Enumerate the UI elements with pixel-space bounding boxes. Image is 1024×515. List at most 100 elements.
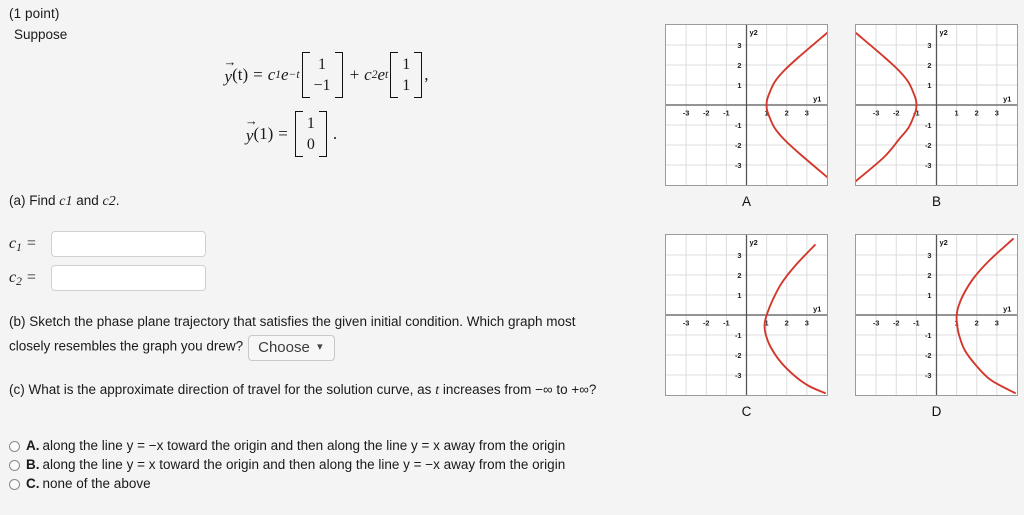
- radio-button-b[interactable]: [9, 460, 20, 471]
- part-c-text-pre: (c) What is the approximate direction of…: [9, 382, 436, 397]
- c2-field-label: c2 =: [9, 269, 51, 288]
- svg-text:-3: -3: [735, 371, 742, 380]
- svg-text:y2: y2: [749, 28, 757, 37]
- svg-text:-3: -3: [925, 371, 932, 380]
- svg-text:y2: y2: [749, 238, 757, 247]
- svg-text:-2: -2: [735, 351, 742, 360]
- svg-text:y1: y1: [813, 95, 821, 104]
- svg-text:2: 2: [785, 108, 789, 117]
- svg-text:-1: -1: [925, 121, 932, 130]
- svg-text:-2: -2: [735, 141, 742, 150]
- coefficient-c1: c: [267, 65, 276, 85]
- svg-text:-1: -1: [723, 108, 730, 117]
- eigenvector-2-entry-0: 1: [402, 56, 411, 73]
- svg-text:y2: y2: [939, 28, 947, 37]
- svg-text:1: 1: [927, 291, 931, 300]
- exp1-power: −t: [288, 69, 300, 82]
- svg-text:-1: -1: [735, 121, 742, 130]
- svg-text:1: 1: [955, 108, 959, 117]
- svg-text:2: 2: [737, 61, 741, 70]
- equation-general-solution: → y (t) = c 1 e −t 1 −1 + c2et 1 1 ,: [0, 52, 654, 99]
- graph-b-caption: B: [931, 194, 941, 209]
- svg-text:-1: -1: [913, 318, 920, 327]
- graph-options-panel: -3 -2 -1 1 2 3 3 2 1 -1 -2 -3 y2 y1 A -3 -2 -1 1 2 3 3 2 1 -1-…: [655, 0, 1024, 515]
- svg-text:-1: -1: [925, 331, 932, 340]
- equation-2-trailing-period: .: [332, 124, 338, 144]
- graph-c-plot[interactable]: -3 -2 -1 1 2 3321-1-2-3y2y1: [665, 234, 828, 396]
- bracket-left-icon: [390, 52, 399, 99]
- svg-text:3: 3: [927, 251, 931, 260]
- answer-row-c2: c2 =: [9, 265, 206, 291]
- svg-text:y1: y1: [1003, 95, 1011, 104]
- vector-arrow-icon: →: [244, 112, 258, 128]
- svg-text:-2: -2: [925, 351, 932, 360]
- svg-text:-2: -2: [703, 108, 710, 117]
- graph-option-b[interactable]: -3 -2 -1 1 2 3 3 2 1 -1 -2 -3 y2 y1 B: [855, 24, 1024, 209]
- vector-y-symbol: → y: [224, 55, 237, 87]
- part-a-prompt: (a) Find c1 and c2.: [9, 193, 120, 210]
- initial-condition-vector: 1 0: [294, 111, 327, 158]
- c1-input[interactable]: [51, 231, 206, 257]
- equation-plus: +: [349, 65, 360, 85]
- svg-text:1: 1: [927, 81, 931, 90]
- choice-c-letter: C.: [26, 476, 40, 491]
- exp2-base: e: [377, 65, 385, 85]
- radio-button-a[interactable]: [9, 441, 20, 452]
- choice-b-text: along the line y = x toward the origin a…: [42, 457, 566, 472]
- svg-text:-2: -2: [893, 318, 900, 327]
- svg-text:-3: -3: [683, 318, 690, 327]
- part-c-prompt: (c) What is the approximate direction of…: [9, 379, 624, 403]
- bracket-left-icon: [294, 111, 303, 158]
- choice-option-a[interactable]: A. along the line y = −x toward the orig…: [9, 438, 649, 453]
- choice-option-c[interactable]: C. none of the above: [9, 476, 649, 491]
- svg-text:-1: -1: [723, 318, 730, 327]
- graph-a-caption: A: [741, 194, 751, 209]
- svg-text:1: 1: [737, 291, 741, 300]
- graph-d-plot[interactable]: -3 -2 -1 1 2 3321-1-2-3y2y1: [855, 234, 1018, 396]
- svg-text:3: 3: [737, 251, 741, 260]
- graph-option-d[interactable]: -3 -2 -1 1 2 3 3 2 1 -1 -2 -3 y2 y1 D: [855, 234, 1024, 419]
- equation-block: → y (t) = c 1 e −t 1 −1 + c2et 1 1 , → y…: [0, 52, 655, 158]
- c2-input[interactable]: [51, 265, 206, 291]
- suppose-label: Suppose: [14, 27, 68, 42]
- equation-lhs-fn: y: [224, 66, 233, 86]
- c1-label-equals: =: [25, 234, 37, 252]
- svg-text:-2: -2: [893, 108, 900, 117]
- graph-c-caption: C: [741, 404, 752, 419]
- svg-text:1: 1: [737, 81, 741, 90]
- c1-label-sub: 1: [16, 241, 22, 254]
- graph-b-plot[interactable]: -3 -2 -1 1 2 3321-1-2-3y2y1: [855, 24, 1018, 186]
- svg-text:2: 2: [785, 318, 789, 327]
- svg-text:3: 3: [805, 318, 809, 327]
- svg-text:3: 3: [995, 108, 999, 117]
- graph-choice-select[interactable]: Choose: [248, 334, 336, 362]
- graph-a-plot[interactable]: -3 -2 -1 1 2 3321-1-2-3y2y1: [665, 24, 828, 186]
- exp2-power: t: [385, 69, 389, 82]
- bracket-right-icon: [414, 52, 423, 99]
- eigenvector-2-entry-1: 1: [402, 77, 411, 95]
- graph-choice-dropdown-wrapper: Choose ▾: [248, 334, 336, 362]
- c2-label-equals: =: [25, 268, 37, 286]
- bracket-left-icon: [301, 52, 310, 99]
- initial-vector-entry-1: 0: [306, 136, 315, 154]
- svg-text:3: 3: [927, 41, 931, 50]
- choice-option-b[interactable]: B. along the line y = x toward the origi…: [9, 457, 649, 472]
- part-b-block: (b) Sketch the phase plane trajectory th…: [9, 311, 619, 362]
- svg-text:-3: -3: [873, 108, 880, 117]
- svg-text:y1: y1: [813, 305, 821, 314]
- c1-field-label: c1 =: [9, 235, 51, 254]
- radio-button-c[interactable]: [9, 479, 20, 490]
- svg-text:2: 2: [975, 318, 979, 327]
- equation-2-lhs-fn: y: [245, 125, 254, 145]
- vector-arrow-icon: →: [223, 53, 237, 69]
- svg-text:-3: -3: [873, 318, 880, 327]
- graph-option-c[interactable]: -3 -2 -1 1 2 3 3 2 1 -1 -2 -3 y2 y1 C: [665, 234, 837, 419]
- part-a-prompt-mid: and: [72, 193, 103, 208]
- svg-text:3: 3: [805, 108, 809, 117]
- exp1-base: e: [281, 65, 289, 85]
- svg-text:3: 3: [737, 41, 741, 50]
- problem-page: (1 point) Suppose → y (t) = c 1 e −t 1 −1: [0, 0, 1024, 515]
- eigenvector-1: 1 −1: [301, 52, 343, 99]
- graph-option-a[interactable]: -3 -2 -1 1 2 3 3 2 1 -1 -2 -3 y2 y1 A: [665, 24, 837, 209]
- eigenvector-1-entry-1: −1: [313, 77, 331, 95]
